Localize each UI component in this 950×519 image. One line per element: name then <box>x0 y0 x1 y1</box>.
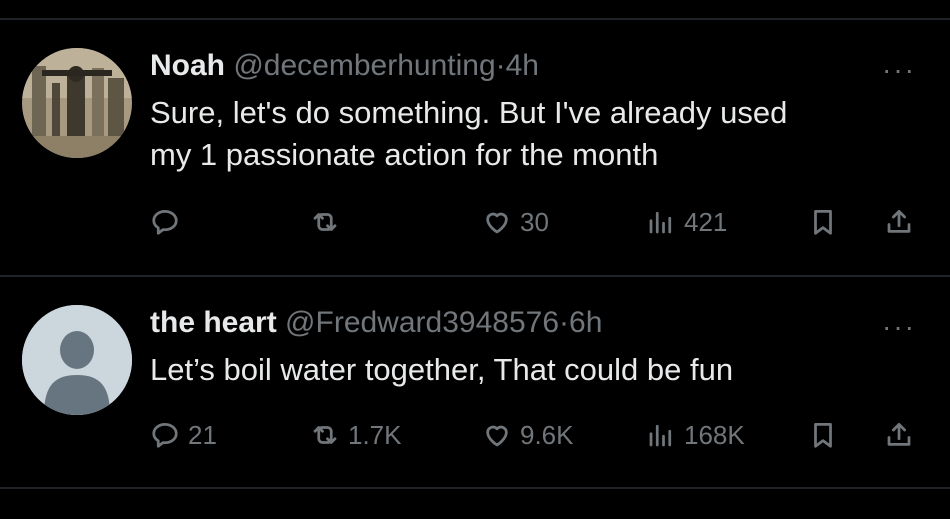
retweet-icon <box>313 426 337 444</box>
tweet-text-line: Let’s boil water together, That could be… <box>150 352 734 387</box>
bookmark-icon <box>814 210 832 235</box>
tweet-2[interactable]: the heart @Fredward3948576·6h ··· Let’s … <box>0 277 950 487</box>
share-icon <box>887 210 911 233</box>
action-bar: 30 421 <box>150 202 930 242</box>
bookmark-button[interactable] <box>808 202 838 242</box>
avatar[interactable] <box>22 305 132 415</box>
user-handle[interactable]: @Fredward3948576 <box>285 306 559 339</box>
tweet-1[interactable]: Noah @decemberhunting·4h ··· Sure, let's… <box>0 20 950 275</box>
share-button[interactable] <box>884 202 914 242</box>
like-button[interactable]: 30 <box>482 202 549 242</box>
bookmark-icon <box>814 423 832 448</box>
like-count: 30 <box>520 206 549 237</box>
view-count: 168K <box>684 419 745 450</box>
tweet-text-line: my 1 passionate action for the month <box>150 137 659 172</box>
timestamp[interactable]: 4h <box>506 49 539 82</box>
more-icon[interactable]: ··· <box>882 313 916 341</box>
heart-icon <box>486 425 508 447</box>
reply-count: 21 <box>188 419 217 450</box>
action-bar: 21 1.7K 9.6K 168K <box>150 415 930 455</box>
retweet-button[interactable]: 1.7K <box>310 415 402 455</box>
share-button[interactable] <box>884 415 914 455</box>
reply-button[interactable]: 21 <box>150 415 217 455</box>
tweet-header: Noah @decemberhunting·4h <box>150 48 539 84</box>
share-icon <box>887 423 911 446</box>
timestamp[interactable]: 6h <box>569 306 602 339</box>
tweet-text-line: Sure, let's do something. But I've alrea… <box>150 95 788 130</box>
heart-icon <box>486 212 508 234</box>
reply-icon <box>152 423 178 448</box>
user-handle[interactable]: @decemberhunting <box>233 49 495 82</box>
views-icon <box>649 211 672 234</box>
default-profile-icon <box>22 305 132 415</box>
like-count: 9.6K <box>520 419 574 450</box>
views-button[interactable]: 421 <box>646 202 727 242</box>
retweet-icon <box>313 213 337 231</box>
views-icon <box>649 424 672 447</box>
retweet-count: 1.7K <box>348 419 402 450</box>
separator-dot: · <box>495 49 506 82</box>
bottom-divider <box>0 487 950 489</box>
tweet-text: Sure, let's do something. But I've alrea… <box>150 92 930 176</box>
separator-dot: · <box>559 306 570 339</box>
avatar-photo <box>22 48 132 158</box>
view-count: 421 <box>684 206 728 237</box>
avatar[interactable] <box>22 48 132 158</box>
bookmark-button[interactable] <box>808 415 838 455</box>
display-name[interactable]: Noah <box>150 49 225 82</box>
tweet-header: the heart @Fredward3948576·6h <box>150 305 602 341</box>
retweet-button[interactable] <box>310 202 348 242</box>
like-button[interactable]: 9.6K <box>482 415 574 455</box>
tweet-text: Let’s boil water together, That could be… <box>150 349 930 391</box>
reply-button[interactable] <box>150 202 188 242</box>
reply-icon <box>152 210 178 235</box>
views-button[interactable]: 168K <box>646 415 745 455</box>
display-name[interactable]: the heart <box>150 306 277 339</box>
more-icon[interactable]: ··· <box>882 56 916 84</box>
